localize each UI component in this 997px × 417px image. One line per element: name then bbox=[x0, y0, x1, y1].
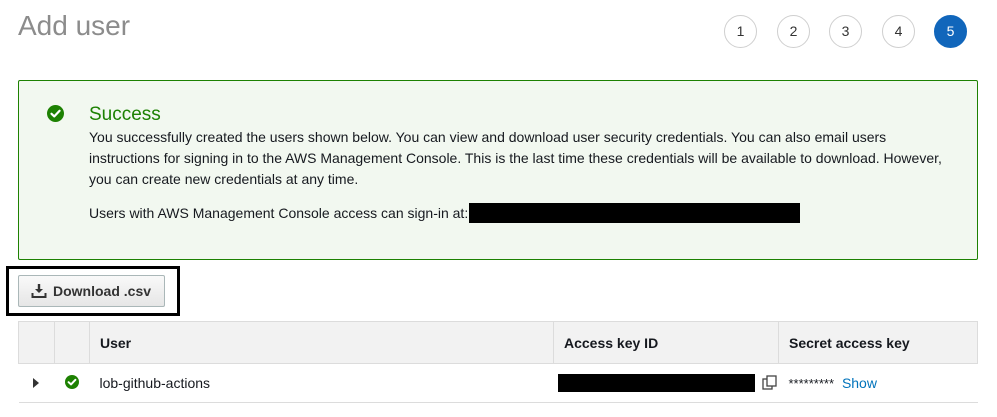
row-secret-cell: ********* Show bbox=[778, 363, 978, 403]
alert-title: Success bbox=[89, 104, 161, 125]
step-5: 5 bbox=[934, 15, 967, 48]
header-status bbox=[54, 321, 90, 364]
download-icon bbox=[31, 283, 47, 299]
redacted-signin-url bbox=[469, 203, 801, 223]
check-circle-icon bbox=[47, 105, 64, 122]
header-access-key-id: Access key ID bbox=[553, 321, 779, 364]
signin-row: Users with AWS Management Console access… bbox=[89, 203, 801, 223]
step-3[interactable]: 3 bbox=[829, 15, 862, 48]
table-row: lob-github-actions ********* Show bbox=[18, 363, 978, 403]
download-csv-label: Download .csv bbox=[53, 283, 152, 299]
redacted-access-key bbox=[557, 374, 755, 393]
row-status-cell bbox=[54, 363, 90, 403]
step-1[interactable]: 1 bbox=[724, 15, 757, 48]
step-4[interactable]: 4 bbox=[882, 15, 915, 48]
signin-label: Users with AWS Management Console access… bbox=[89, 205, 469, 221]
row-access-key-cell bbox=[553, 363, 779, 403]
header-expand bbox=[18, 321, 55, 364]
header-user: User bbox=[89, 321, 554, 364]
secret-mask: ********* bbox=[788, 376, 835, 391]
success-check-icon bbox=[64, 374, 79, 389]
download-csv-button[interactable]: Download .csv bbox=[18, 275, 165, 307]
page-title: Add user bbox=[18, 10, 131, 41]
header-secret-access-key: Secret access key bbox=[778, 321, 978, 364]
expand-caret-icon[interactable] bbox=[32, 378, 39, 388]
copy-icon[interactable] bbox=[761, 375, 777, 393]
step-2[interactable]: 2 bbox=[777, 15, 810, 48]
credentials-table: User Access key ID Secret access key lob… bbox=[18, 321, 978, 403]
alert-body: You successfully created the users shown… bbox=[89, 129, 942, 187]
row-user: lob-github-actions bbox=[89, 363, 554, 403]
row-expand-cell bbox=[18, 363, 55, 403]
success-alert: Success You successfully created the use… bbox=[18, 80, 978, 260]
show-secret-link[interactable]: Show bbox=[842, 375, 877, 391]
